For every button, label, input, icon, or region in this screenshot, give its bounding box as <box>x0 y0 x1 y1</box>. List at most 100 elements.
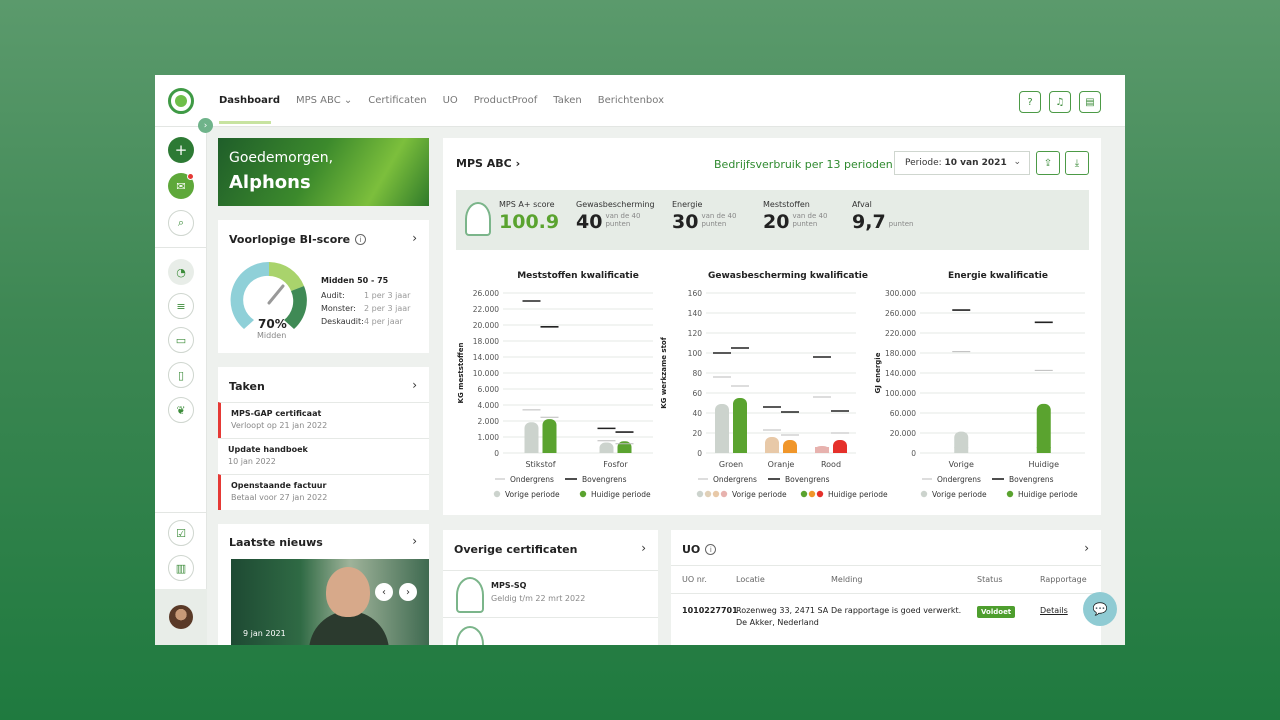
nav-dashboard[interactable]: Dashboard <box>219 95 280 106</box>
bi-score-card[interactable]: Voorlopige BI-score i › 70% Midden Midden… <box>218 220 429 353</box>
nav-mps-abc[interactable]: MPS ABC ⌄ <box>296 95 352 106</box>
legend-dot <box>1006 490 1014 498</box>
uo-title: UO i <box>682 543 717 556</box>
bar-base <box>715 447 729 453</box>
y-tick-label: 1.000 <box>478 433 500 442</box>
score-meststoffen: Meststoffen 20 van de 40 punten <box>763 200 832 233</box>
y-tick-label: 260.000 <box>885 309 916 318</box>
checklist-icon[interactable]: ☑ <box>168 520 194 546</box>
legend-dot <box>720 490 728 498</box>
bar-base <box>954 447 969 453</box>
certificate-item[interactable]: MPS-SQ Geldig t/m 22 mrt 2022 <box>443 570 658 616</box>
plus-icon[interactable]: + <box>168 137 194 163</box>
bar <box>1036 403 1051 453</box>
chevron-down-icon: ⌄ <box>343 95 353 106</box>
bar-base <box>815 447 829 453</box>
period-select[interactable]: Periode: 10 van 2021 ⌄ <box>894 151 1030 175</box>
certificate-name: MPS-SQ <box>491 581 527 590</box>
avatar[interactable] <box>169 605 193 629</box>
legend-label: Huidige periode <box>1018 490 1078 499</box>
task-title: MPS-GAP certificaat <box>231 409 322 418</box>
score-label: MPS A+ score <box>499 200 555 209</box>
y-tick-label: 14.000 <box>473 353 499 362</box>
news-title: Laatste nieuws <box>229 536 323 549</box>
x-tick-label: Rood <box>821 460 841 469</box>
divider <box>671 593 1101 594</box>
table-icon[interactable]: ▤ <box>1079 91 1101 113</box>
usage-label: Bedrijfsverbruik per 13 perioden <box>714 158 893 171</box>
nav-berichtenbox[interactable]: Berichtenbox <box>598 95 664 106</box>
score-sub: punten <box>888 220 914 228</box>
score-value: 100.9 <box>499 211 560 233</box>
legend-label: Ondergrens <box>510 475 554 484</box>
leaf-icon[interactable]: ❦ <box>168 397 194 423</box>
chevron-right-icon[interactable]: › <box>1084 541 1089 555</box>
help-icon[interactable]: ? <box>1019 91 1041 113</box>
y-tick-label: 20 <box>692 429 702 438</box>
uo-card: UO i › UO nr. Locatie Melding Status Rapp… <box>671 530 1101 645</box>
uo-location-line2: De Akker, Nederland <box>736 618 819 627</box>
score-label: Energie <box>672 200 703 209</box>
previous-arrow-icon[interactable]: ‹ <box>375 583 393 601</box>
uo-title-text: UO <box>682 543 701 556</box>
column-header: Melding <box>831 575 863 584</box>
clipboard-icon[interactable]: ▯ <box>168 362 194 388</box>
score-value: 9,7 <box>852 211 886 233</box>
bi-score-title-text: Voorlopige BI-score <box>229 233 351 246</box>
nav-mps-abc-label: MPS ABC <box>296 95 341 106</box>
y-tick-label: 0 <box>494 449 499 458</box>
score-energie: Energie 30 van de 40 punten <box>672 200 741 233</box>
next-arrow-icon[interactable]: › <box>399 583 417 601</box>
chevron-right-icon[interactable]: › <box>412 231 417 245</box>
nav-certificaten[interactable]: Certificaten <box>368 95 426 106</box>
building-icon[interactable]: ▥ <box>168 555 194 581</box>
task-item[interactable]: Update handboek 10 jan 2022 <box>218 438 429 474</box>
certificate-item[interactable] <box>443 617 658 645</box>
sidebar: + ✉ ⌕ ◔ ≡ ▭ ▯ ❦ ☑ ▥ <box>155 127 207 645</box>
greeting-banner: Goedemorgen, Alphons <box>218 138 429 206</box>
y-tick-label: 100.000 <box>885 389 916 398</box>
info-icon[interactable]: i <box>355 234 367 245</box>
details-link[interactable]: Details <box>1040 606 1068 615</box>
tasks-title: Taken <box>229 380 265 393</box>
search-icon[interactable]: ⌕ <box>168 210 194 236</box>
task-item[interactable]: MPS-GAP certificaat Verloopt op 21 jan 2… <box>218 402 429 438</box>
chevron-right-icon: › <box>515 157 521 170</box>
share-icon[interactable]: ⇪ <box>1036 151 1060 175</box>
chevron-right-icon[interactable]: › <box>641 541 646 555</box>
y-tick-label: 22.000 <box>473 305 499 314</box>
nav-taken[interactable]: Taken <box>553 95 582 106</box>
mps-title[interactable]: MPS ABC › <box>456 157 520 170</box>
greeting-text: Goedemorgen, <box>229 150 334 166</box>
download-icon[interactable]: ⤓ <box>1065 151 1089 175</box>
nav-productproof[interactable]: ProductProof <box>474 95 537 106</box>
nav-uo[interactable]: UO <box>443 95 458 106</box>
y-tick-label: 2.000 <box>478 417 500 426</box>
mail-icon[interactable]: ✉ <box>168 173 194 199</box>
x-tick-label: Vorige <box>949 460 974 469</box>
bi-row-monster: Monster: 2 per 3 jaar <box>321 304 410 313</box>
y-tick-label: 140 <box>688 309 703 318</box>
bi-score-title: Voorlopige BI-score i <box>229 233 367 246</box>
chevron-right-icon[interactable]: › <box>412 534 417 548</box>
chat-icon[interactable]: 💬 <box>1083 592 1117 626</box>
score-sub: van de 40 punten <box>605 212 641 228</box>
task-item[interactable]: Openstaande factuur Betaal voor 27 jan 2… <box>218 474 429 510</box>
y-tick-label: 0 <box>911 449 916 458</box>
list-icon[interactable]: ≡ <box>168 293 194 319</box>
expand-sidebar-button[interactable]: › <box>198 118 213 133</box>
logo[interactable] <box>168 88 194 114</box>
bi-row-label: Deskaudit: <box>321 317 364 326</box>
chevron-right-icon[interactable]: › <box>412 378 417 392</box>
card-icon[interactable]: ▭ <box>168 327 194 353</box>
column-header: Rapportage <box>1040 575 1087 584</box>
legend-dot <box>712 490 720 498</box>
user-menu[interactable] <box>155 589 207 645</box>
column-header: UO nr. <box>682 575 707 584</box>
news-image[interactable]: 9 jan 2021 ‹ › <box>231 559 429 645</box>
bell-icon[interactable]: ♫ <box>1049 91 1071 113</box>
info-icon[interactable]: i <box>705 544 717 555</box>
bar-base <box>524 447 539 453</box>
gauge-icon[interactable]: ◔ <box>168 259 194 285</box>
y-tick-label: 140.000 <box>885 369 916 378</box>
